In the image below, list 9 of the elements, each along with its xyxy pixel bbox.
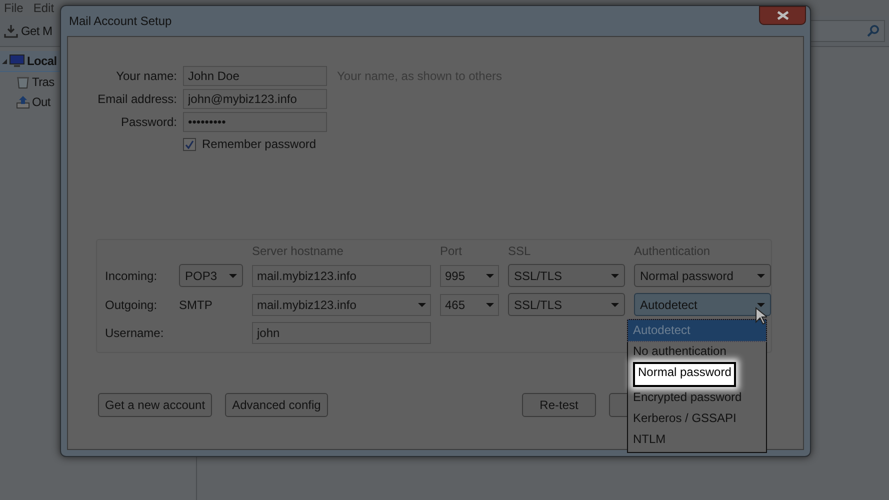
field-label: Email address: bbox=[96, 92, 177, 106]
field-label: Password: bbox=[120, 115, 177, 129]
field-label: Your name: bbox=[115, 69, 177, 83]
row-label: Incoming: bbox=[105, 268, 158, 282]
row-label: Outgoing: bbox=[105, 298, 158, 312]
checkbox-label: Remember password bbox=[202, 137, 316, 151]
protocol-text: SMTP bbox=[179, 298, 214, 312]
window-title: Mail Account Setup bbox=[69, 14, 172, 28]
row-label: Username: bbox=[105, 326, 165, 340]
